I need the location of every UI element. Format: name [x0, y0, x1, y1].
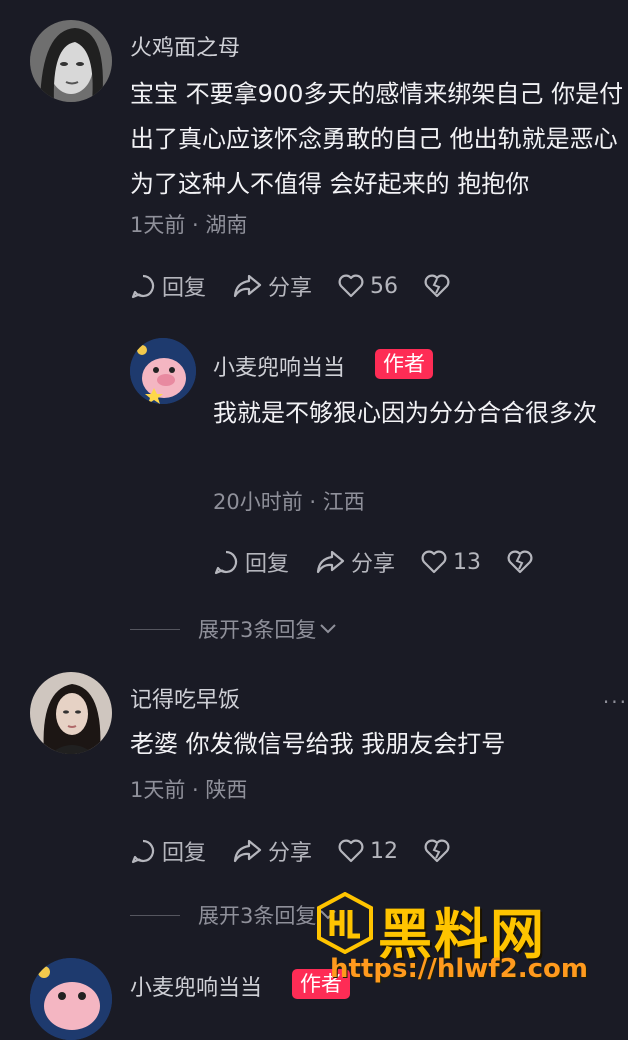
like-count: 56: [370, 273, 399, 299]
reply-bubble-icon: [131, 274, 155, 299]
comment-text: 我就是不够狠心因为分分合合很多次: [213, 399, 597, 427]
comment-text: 老婆 你发微信号给我 我朋友会打号: [130, 730, 506, 758]
like-button[interactable]: 13: [421, 550, 481, 575]
share-arrow-icon: [233, 839, 262, 863]
expand-replies-label: 展开3条回复: [198, 618, 317, 642]
share-arrow-icon: [233, 274, 262, 298]
divider-line: [130, 628, 180, 630]
avatar[interactable]: [30, 958, 112, 1040]
broken-heart-icon: [424, 274, 450, 298]
username[interactable]: 小麦兜响当当: [213, 350, 345, 382]
watermark-url: https://hlwf2.com: [330, 954, 588, 984]
heart-icon: [338, 274, 364, 298]
broken-heart-icon: [424, 839, 450, 863]
dislike-button[interactable]: [424, 839, 456, 863]
reply-label: 回复: [162, 841, 207, 866]
avatar[interactable]: [30, 20, 112, 102]
more-options-icon[interactable]: ···: [603, 690, 628, 714]
reply-label: 回复: [245, 552, 290, 577]
like-count: 12: [370, 838, 399, 864]
comment-meta: 1天前 · 陕西: [130, 778, 248, 802]
username[interactable]: 小麦兜响当当: [130, 970, 262, 1002]
broken-heart-icon: [507, 550, 533, 574]
expand-replies-label: 展开3条回复: [198, 904, 317, 928]
comment-meta: 20小时前 · 江西: [213, 490, 365, 514]
reply-bubble-icon: [131, 839, 155, 864]
comment-meta: 1天前 · 湖南: [130, 213, 248, 237]
like-count: 13: [453, 549, 482, 575]
share-label: 分享: [268, 841, 313, 866]
share-button[interactable]: 分享: [232, 835, 312, 867]
comment-actions: 回复 分享 12: [130, 835, 482, 867]
comment-actions: 回复 分享 56: [130, 270, 482, 302]
heart-icon: [421, 550, 447, 574]
like-button[interactable]: 56: [338, 274, 398, 299]
avatar[interactable]: [130, 338, 196, 404]
avatar[interactable]: [30, 672, 112, 754]
expand-replies-button[interactable]: 展开3条回复: [130, 900, 338, 930]
dislike-button[interactable]: [424, 274, 456, 298]
author-badge: 作者: [375, 349, 433, 379]
username[interactable]: 火鸡面之母: [130, 30, 240, 62]
hl-logo-icon: [317, 892, 373, 954]
comment-actions: 回复 分享 13: [213, 546, 565, 578]
username[interactable]: 记得吃早饭: [130, 682, 240, 714]
share-label: 分享: [268, 276, 313, 301]
share-button[interactable]: 分享: [315, 546, 395, 578]
watermark: 黑料网 https://hlwf2.com: [316, 890, 628, 1016]
share-label: 分享: [351, 552, 396, 577]
reply-button[interactable]: 回复: [130, 835, 206, 867]
reply-button[interactable]: 回复: [130, 270, 206, 302]
share-arrow-icon: [316, 550, 345, 574]
reply-button[interactable]: 回复: [213, 546, 289, 578]
heart-icon: [338, 839, 364, 863]
reply-bubble-icon: [214, 550, 238, 575]
comment-text: 宝宝 不要拿900多天的感情来绑架自己 你是付出了真心应该怀念勇敢的自己 他出轨…: [130, 80, 624, 198]
dislike-button[interactable]: [507, 550, 539, 574]
reply-label: 回复: [162, 276, 207, 301]
divider-line: [130, 914, 180, 916]
chevron-down-icon: [320, 624, 337, 634]
expand-replies-button[interactable]: 展开3条回复: [130, 614, 338, 644]
share-button[interactable]: 分享: [232, 270, 312, 302]
like-button[interactable]: 12: [338, 839, 398, 864]
